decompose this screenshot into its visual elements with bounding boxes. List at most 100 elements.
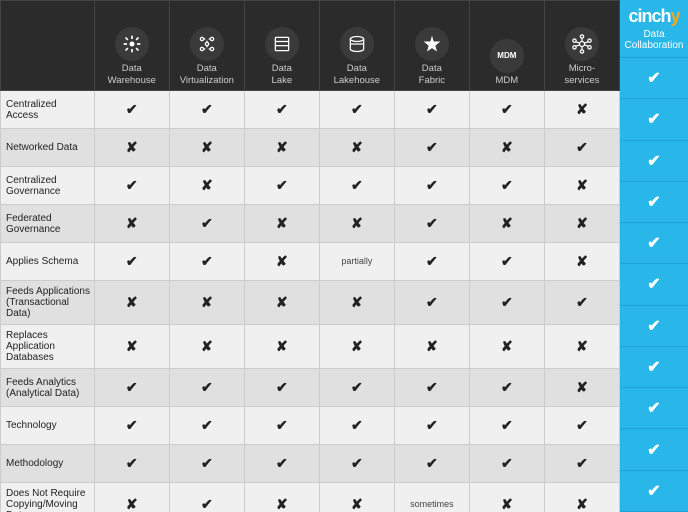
cell-r5-c6: ✔ [544,281,619,325]
cell-r9-c1: ✔ [169,445,244,483]
cross-icon: ✘ [126,139,138,155]
table-row: FederatedGovernance✘✔✘✘✔✘✘ [1,205,620,243]
partial-text: partially [341,256,372,266]
cell-r9-c0: ✔ [94,445,169,483]
cross-icon: ✘ [501,215,513,231]
check-icon: ✔ [201,101,213,117]
col-label-microservices: Micro-services [565,63,600,86]
check-icon: ✔ [501,455,513,471]
cross-icon: ✘ [201,177,213,193]
cell-r8-c3: ✔ [319,407,394,445]
check-icon: ✔ [276,177,288,193]
cell-r0-c1: ✔ [169,91,244,129]
check-icon: ✔ [201,253,213,269]
cinchy-check-icon: ✔ [647,151,660,171]
microservices-icon [565,27,599,61]
cross-icon: ✘ [276,215,288,231]
cross-icon: ✘ [201,294,213,310]
cell-r4-c2: ✘ [244,243,319,281]
check-icon: ✔ [201,417,213,433]
col-header-lake: DataLake [244,1,319,91]
cinchy-check-icon: ✔ [647,233,660,253]
table-row: Replaces ApplicationDatabases✘✘✘✘✘✘✘ [1,325,620,369]
check-icon: ✔ [351,101,363,117]
cinchy-check-icon: ✔ [647,316,660,336]
cell-r6-c1: ✘ [169,325,244,369]
cinchy-check-icon: ✔ [647,68,660,88]
cell-r1-c1: ✘ [169,129,244,167]
cell-r3-c5: ✘ [469,205,544,243]
cell-r6-c5: ✘ [469,325,544,369]
cell-r3-c3: ✘ [319,205,394,243]
cross-icon: ✘ [351,496,363,512]
virtualization-icon [190,27,224,61]
check-icon: ✔ [201,455,213,471]
cell-r7-c1: ✔ [169,369,244,407]
cell-r10-c0: ✘ [94,483,169,512]
cross-icon: ✘ [126,496,138,512]
cinchy-logo: cinchy [624,6,684,27]
col-header-microservices: Micro-services [544,1,619,91]
cell-r4-c1: ✔ [169,243,244,281]
cell-r4-c0: ✔ [94,243,169,281]
cell-r0-c2: ✔ [244,91,319,129]
col-header-mdm: MDMMDM [469,1,544,91]
cell-r5-c5: ✔ [469,281,544,325]
cell-r9-c6: ✔ [544,445,619,483]
cell-r8-c1: ✔ [169,407,244,445]
cell-r1-c2: ✘ [244,129,319,167]
cell-r9-c2: ✔ [244,445,319,483]
cell-r10-c4: sometimes [394,483,469,512]
cross-icon: ✘ [351,338,363,354]
cinchy-cell-7: ✔ [620,347,688,388]
cross-icon: ✘ [351,294,363,310]
cell-r6-c2: ✘ [244,325,319,369]
cell-r5-c0: ✘ [94,281,169,325]
cell-r6-c6: ✘ [544,325,619,369]
check-icon: ✔ [501,253,513,269]
cell-r9-c3: ✔ [319,445,394,483]
cross-icon: ✘ [576,379,588,395]
cinchy-cell-10: ✔ [620,471,688,512]
cell-r0-c0: ✔ [94,91,169,129]
table-row: Feeds Analytics(Analytical Data)✔✔✔✔✔✔✘ [1,369,620,407]
cinchy-cell-1: ✔ [620,99,688,140]
check-icon: ✔ [276,101,288,117]
cell-r7-c2: ✔ [244,369,319,407]
check-icon: ✔ [426,455,438,471]
cell-r2-c2: ✔ [244,167,319,205]
table-row: Centralized Access✔✔✔✔✔✔✘ [1,91,620,129]
col-header-warehouse: DataWarehouse [94,1,169,91]
check-icon: ✔ [126,101,138,117]
check-icon: ✔ [426,101,438,117]
table-row: Networked Data✘✘✘✘✔✘✔ [1,129,620,167]
cinchy-check-icon: ✔ [647,481,660,501]
cell-r5-c3: ✘ [319,281,394,325]
col-header-lakehouse: DataLakehouse [319,1,394,91]
cell-r8-c0: ✔ [94,407,169,445]
comparison-table-wrap: DataWarehouseDataVirtualizationDataLakeD… [0,0,620,512]
cinchy-cell-0: ✔ [620,58,688,99]
cinchy-cell-4: ✔ [620,223,688,264]
check-icon: ✔ [501,417,513,433]
cell-r3-c4: ✔ [394,205,469,243]
cross-icon: ✘ [576,177,588,193]
cinchy-cell-9: ✔ [620,429,688,470]
table-row: Technology✔✔✔✔✔✔✔ [1,407,620,445]
cell-r2-c6: ✘ [544,167,619,205]
main-container: DataWarehouseDataVirtualizationDataLakeD… [0,0,688,512]
check-icon: ✔ [501,379,513,395]
col-label-lakehouse: DataLakehouse [334,63,380,86]
cross-icon: ✘ [351,215,363,231]
cinchy-check-icon: ✔ [647,440,660,460]
cross-icon: ✘ [576,101,588,117]
row-label-2: Centralized Governance [1,167,95,205]
cell-r3-c1: ✔ [169,205,244,243]
cell-r2-c1: ✘ [169,167,244,205]
cross-icon: ✘ [201,139,213,155]
col-header-fabric: DataFabric [394,1,469,91]
table-row: Applies Schema✔✔✘partially✔✔✘ [1,243,620,281]
row-label-3: FederatedGovernance [1,205,95,243]
check-icon: ✔ [201,496,213,512]
check-icon: ✔ [426,215,438,231]
